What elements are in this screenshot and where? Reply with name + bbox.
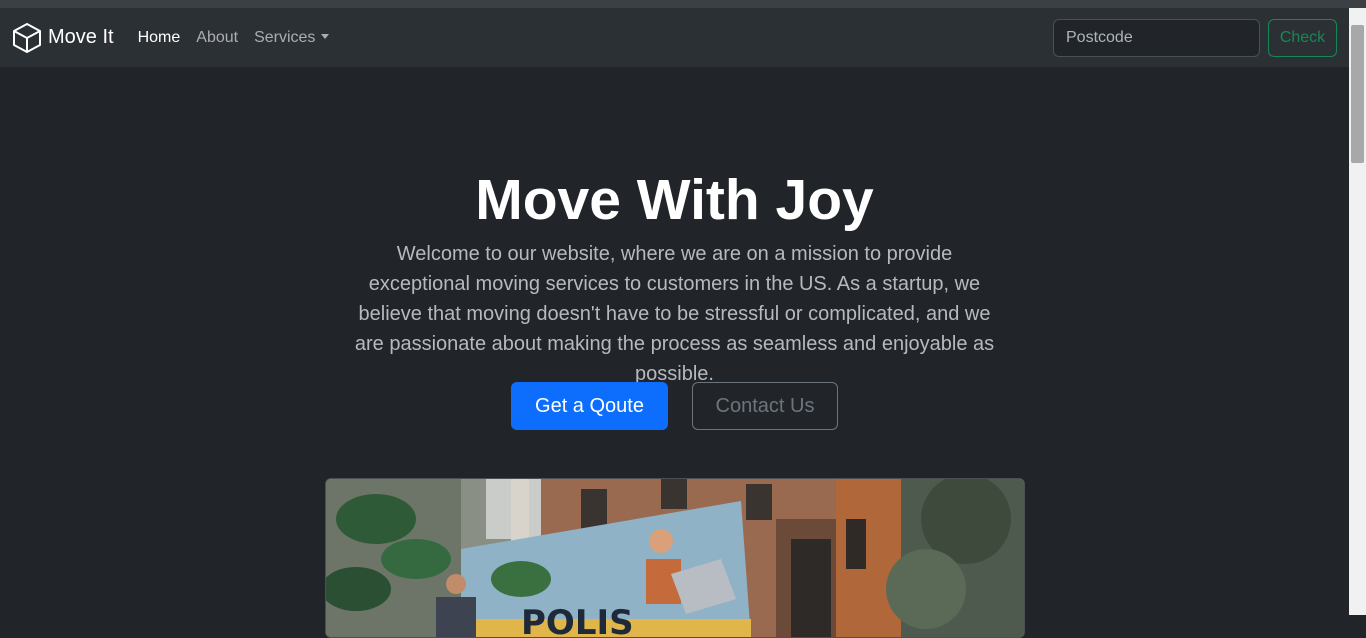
window-top-strip: [0, 0, 1366, 8]
brand-link[interactable]: Move It: [11, 22, 114, 54]
nav-links: Home About Services: [138, 29, 346, 47]
hero-image: POLIS: [325, 478, 1025, 638]
get-quote-button[interactable]: Get a Qoute: [511, 382, 668, 430]
nav-link-about[interactable]: About: [196, 29, 238, 47]
brand-name: Move It: [48, 26, 114, 48]
navbar: Move It Home About Services Check: [0, 8, 1349, 67]
hero-title: Move With Joy: [475, 168, 874, 232]
box-icon: [13, 22, 41, 53]
scrollbar-thumb[interactable]: [1351, 25, 1364, 163]
nav-dropdown-services-label: Services: [254, 28, 316, 46]
nav-link-home[interactable]: Home: [138, 29, 181, 47]
hero-lead: Welcome to our website, where we are on …: [354, 243, 995, 385]
postcode-form: Check: [1053, 19, 1337, 57]
moving-truck-photo: POLIS: [326, 479, 1024, 638]
contact-us-button[interactable]: Contact Us: [692, 382, 838, 430]
caret-down-icon: [321, 33, 330, 39]
page-scrollbar[interactable]: [1349, 8, 1366, 615]
postcode-input[interactable]: [1053, 19, 1260, 57]
check-button[interactable]: Check: [1268, 19, 1337, 57]
nav-dropdown-services[interactable]: Services: [254, 28, 330, 47]
truck-lettering: POLIS: [521, 603, 634, 638]
